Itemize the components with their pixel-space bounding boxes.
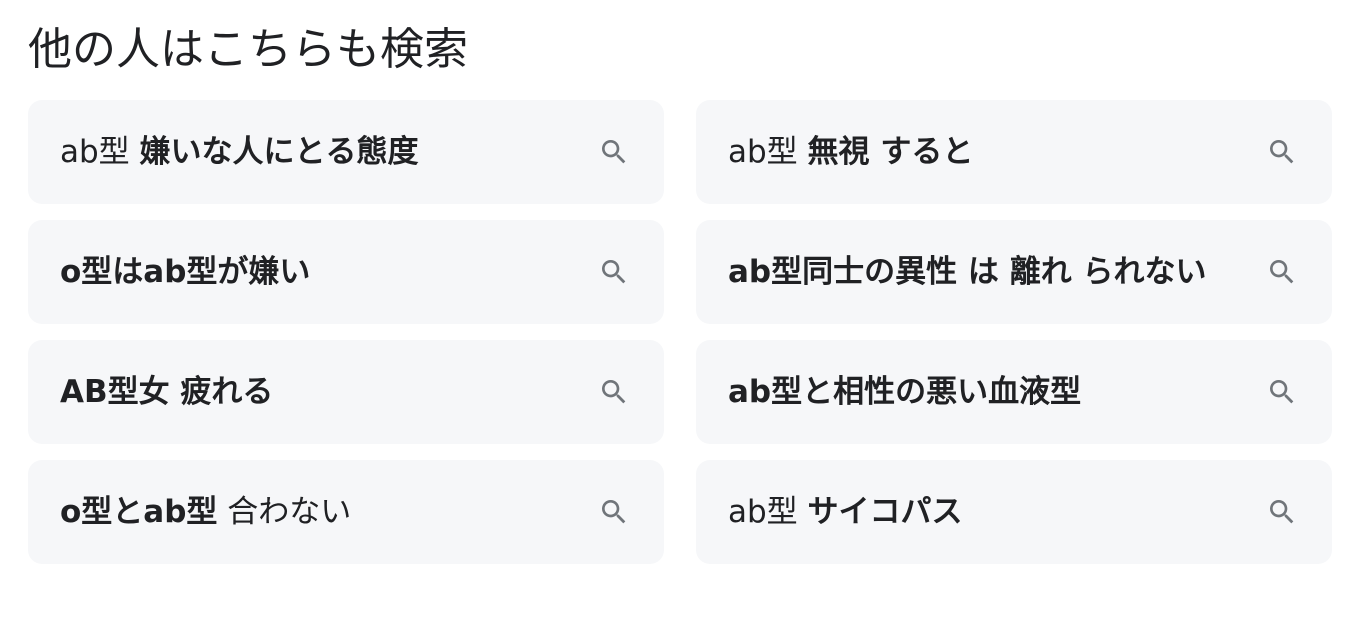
- suggestion-grid: ab型 嫌いな人にとる態度 ab型 無視 すると o型はab型が嫌い ab型同士…: [28, 100, 1332, 564]
- suggestion-chip-1[interactable]: ab型 嫌いな人にとる態度: [28, 100, 664, 204]
- suggestion-text: o型とab型 合わない: [60, 492, 632, 532]
- suggestion-text-segment: ab型: [728, 134, 808, 170]
- suggestion-text: ab型 無視 すると: [728, 132, 1300, 172]
- suggestion-text-segment: 無視 すると: [807, 134, 974, 170]
- suggestion-chip-5[interactable]: AB型女 疲れる: [28, 340, 664, 444]
- suggestion-chip-7[interactable]: o型とab型 合わない: [28, 460, 664, 564]
- suggestion-text-segment: サイコパス: [807, 494, 963, 530]
- suggestion-chip-3[interactable]: o型はab型が嫌い: [28, 220, 664, 324]
- suggestion-chip-6[interactable]: ab型と相性の悪い血液型: [696, 340, 1332, 444]
- suggestion-text: ab型 嫌いな人にとる態度: [60, 132, 632, 172]
- suggestion-text-segment: ab型と相性の悪い血液型: [728, 374, 1082, 410]
- suggestion-text: o型はab型が嫌い: [60, 252, 632, 292]
- suggestion-text: AB型女 疲れる: [60, 372, 632, 412]
- search-icon: [1270, 500, 1294, 524]
- suggestion-text-segment: o型はab型が嫌い: [60, 254, 311, 290]
- suggestion-chip-8[interactable]: ab型 サイコパス: [696, 460, 1332, 564]
- suggestion-text-segment: ab型: [728, 494, 808, 530]
- suggestion-text-segment: 嫌いな人にとる態度: [139, 134, 419, 170]
- search-icon: [602, 260, 626, 284]
- suggestion-text: ab型と相性の悪い血液型: [728, 372, 1300, 412]
- suggestion-text-segment: o型とab型: [60, 494, 218, 530]
- suggestion-text-segment: ab型同士の異性 は 離れ られない: [728, 254, 1207, 290]
- section-title: 他の人はこちらも検索: [28, 24, 468, 75]
- related-searches-section: 他の人はこちらも検索 ab型 嫌いな人にとる態度 ab型 無視 すると o型はa…: [0, 0, 1366, 618]
- search-icon: [602, 500, 626, 524]
- suggestion-text-segment: AB型女 疲れる: [60, 374, 274, 410]
- search-icon: [1270, 140, 1294, 164]
- search-icon: [1270, 380, 1294, 404]
- suggestion-chip-2[interactable]: ab型 無視 すると: [696, 100, 1332, 204]
- suggestion-text: ab型 サイコパス: [728, 492, 1300, 532]
- suggestion-text-segment: ab型: [60, 134, 140, 170]
- search-icon: [602, 140, 626, 164]
- search-icon: [602, 380, 626, 404]
- suggestion-text: ab型同士の異性 は 離れ られない: [728, 252, 1300, 292]
- suggestion-text-segment: 合わない: [217, 494, 352, 530]
- suggestion-chip-4[interactable]: ab型同士の異性 は 離れ られない: [696, 220, 1332, 324]
- search-icon: [1270, 260, 1294, 284]
